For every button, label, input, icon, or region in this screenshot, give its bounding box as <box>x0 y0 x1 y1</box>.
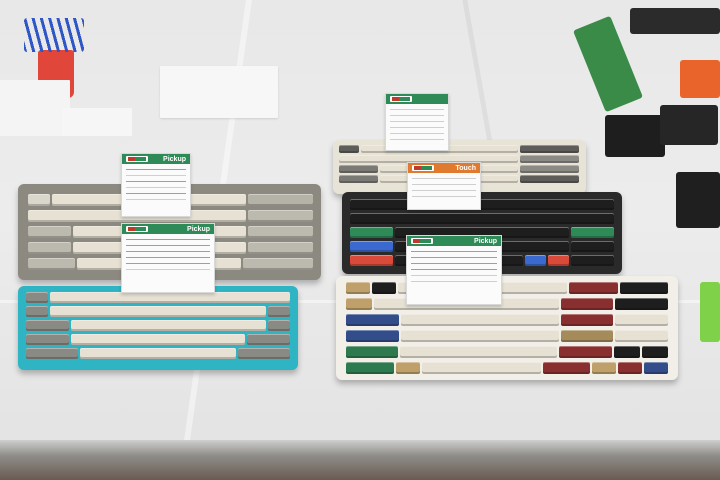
keyboard-cream-colorful <box>336 276 678 380</box>
card-header <box>386 94 448 104</box>
card-header: Pickup <box>122 154 190 164</box>
card-pickup-right: Pickup <box>406 235 502 305</box>
card-header: Pickup <box>407 236 501 246</box>
orange-keyboard <box>680 60 720 98</box>
black-keyboard <box>630 8 720 34</box>
card-label: Touch <box>455 164 476 172</box>
card-touch: Touch <box>407 162 481 210</box>
card-header: Pickup <box>122 224 214 234</box>
paper-sheet <box>62 108 132 136</box>
brand-logo <box>390 96 412 102</box>
keyboard-display-photo: Pickup Touch Pickup Pickup <box>0 0 720 480</box>
card-pickup-left: Pickup <box>121 153 191 217</box>
table-edge <box>0 440 720 480</box>
pens <box>24 18 84 52</box>
black-keypad <box>605 115 665 157</box>
black-keyboard <box>676 172 720 228</box>
green-item <box>700 282 720 342</box>
brand-logo <box>126 226 148 232</box>
paper-sheet <box>160 66 278 118</box>
brand-logo <box>126 156 148 162</box>
brand-logo <box>412 165 434 171</box>
keyboard-teal <box>18 286 298 370</box>
card-back <box>385 93 449 151</box>
black-keypad <box>660 105 718 145</box>
card-label: Pickup <box>474 237 497 245</box>
paper-sheet <box>0 80 70 136</box>
card-header: Touch <box>408 163 480 173</box>
brand-logo <box>411 238 433 244</box>
card-pickup-mid: Pickup <box>121 223 215 293</box>
card-label: Pickup <box>163 155 186 163</box>
card-label: Pickup <box>187 225 210 233</box>
